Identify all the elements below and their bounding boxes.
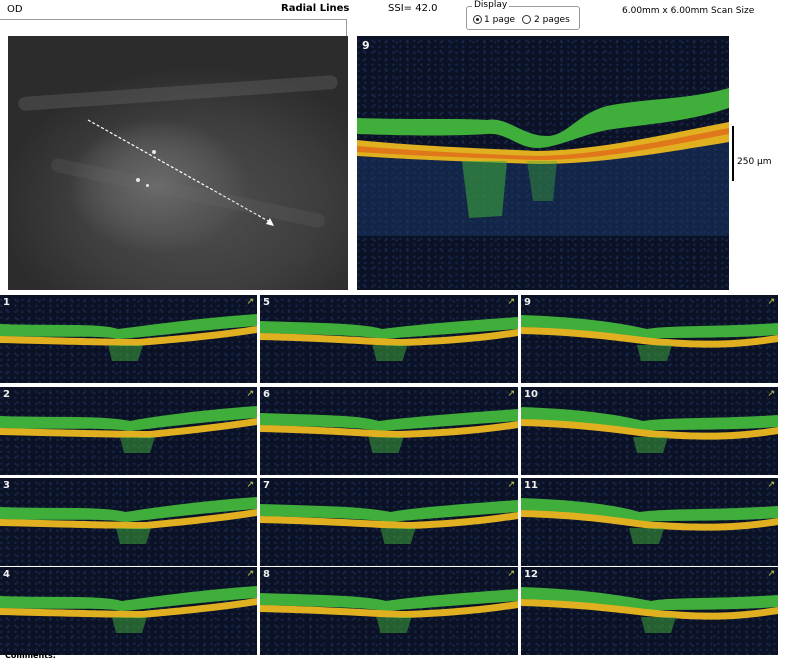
display-1-page-label[interactable]: 1 page (484, 15, 515, 25)
thumbnail-scan-number: 6 (263, 389, 270, 400)
thumbnail-scan[interactable]: 7 ↗ (260, 478, 518, 566)
thumbnail-scan[interactable]: 4 ↗ (0, 567, 257, 655)
thumbnail-scan[interactable]: 6 ↗ (260, 387, 518, 475)
thumbnail-scan[interactable]: 8 ↗ (260, 567, 518, 655)
thumbnail-scan[interactable]: 11 ↗ (521, 478, 778, 566)
scan-direction-arrow-icon: ↗ (507, 480, 515, 490)
display-1-page-radio[interactable] (473, 15, 482, 24)
scale-label: 250 µm (737, 157, 772, 167)
thumbnail-scan-number: 8 (263, 569, 270, 580)
display-label: Display (472, 0, 510, 10)
thumbnail-scan-number: 5 (263, 297, 270, 308)
display-2-pages-label[interactable]: 2 pages (534, 15, 570, 25)
scan-direction-arrow-icon: ↗ (507, 297, 515, 307)
thumbnail-scan[interactable]: 12 ↗ (521, 567, 778, 655)
thumbnail-scan[interactable]: 9 ↗ (521, 295, 778, 383)
thumbnail-scan-number: 7 (263, 480, 270, 491)
thumbnail-scan[interactable]: 10 ↗ (521, 387, 778, 475)
scan-size-label: 6.00mm x 6.00mm Scan Size (622, 6, 755, 16)
thumbnail-scan[interactable]: 3 ↗ (0, 478, 257, 566)
tab-divider (0, 19, 346, 20)
thumbnail-scan-number: 10 (524, 389, 538, 400)
thumbnail-scan-number: 3 (3, 480, 10, 491)
thumbnail-scan-number: 12 (524, 569, 538, 580)
display-2-pages-radio[interactable] (522, 15, 531, 24)
scan-direction-arrow-icon: ↗ (246, 569, 254, 579)
thumbnail-scan-number: 2 (3, 389, 10, 400)
thumbnail-scan-number: 9 (524, 297, 531, 308)
scan-direction-arrow-icon: ↗ (767, 297, 775, 307)
main-oct-scan[interactable]: 9 (357, 36, 729, 290)
thumbnail-scan[interactable]: 1 ↗ (0, 295, 257, 383)
scan-direction-arrow-icon: ↗ (246, 297, 254, 307)
thumbnail-scan-number: 11 (524, 480, 538, 491)
scan-direction-arrow-icon: ↗ (246, 480, 254, 490)
scan-direction-arrow-icon: ↗ (767, 480, 775, 490)
eye-label: OD (7, 4, 23, 15)
scan-type-label: Radial Lines (281, 3, 350, 14)
scan-direction-arrow-icon: ↗ (767, 569, 775, 579)
thumbnail-scan[interactable]: 5 ↗ (260, 295, 518, 383)
thumbnail-scan-number: 4 (3, 569, 10, 580)
ssi-value: SSI= 42.0 (388, 3, 438, 14)
fundus-image (8, 36, 348, 290)
thumbnail-scan-number: 1 (3, 297, 10, 308)
scan-direction-arrow-icon: ↗ (767, 389, 775, 399)
scan-direction-arrow-icon: ↗ (507, 389, 515, 399)
scale-bar (732, 126, 734, 181)
scan-direction-arrow-icon: ↗ (507, 569, 515, 579)
main-scan-number: 9 (362, 39, 370, 52)
thumbnail-scan[interactable]: 2 ↗ (0, 387, 257, 475)
tab-divider-vertical (346, 19, 347, 36)
scan-direction-arrow-icon: ↗ (246, 389, 254, 399)
